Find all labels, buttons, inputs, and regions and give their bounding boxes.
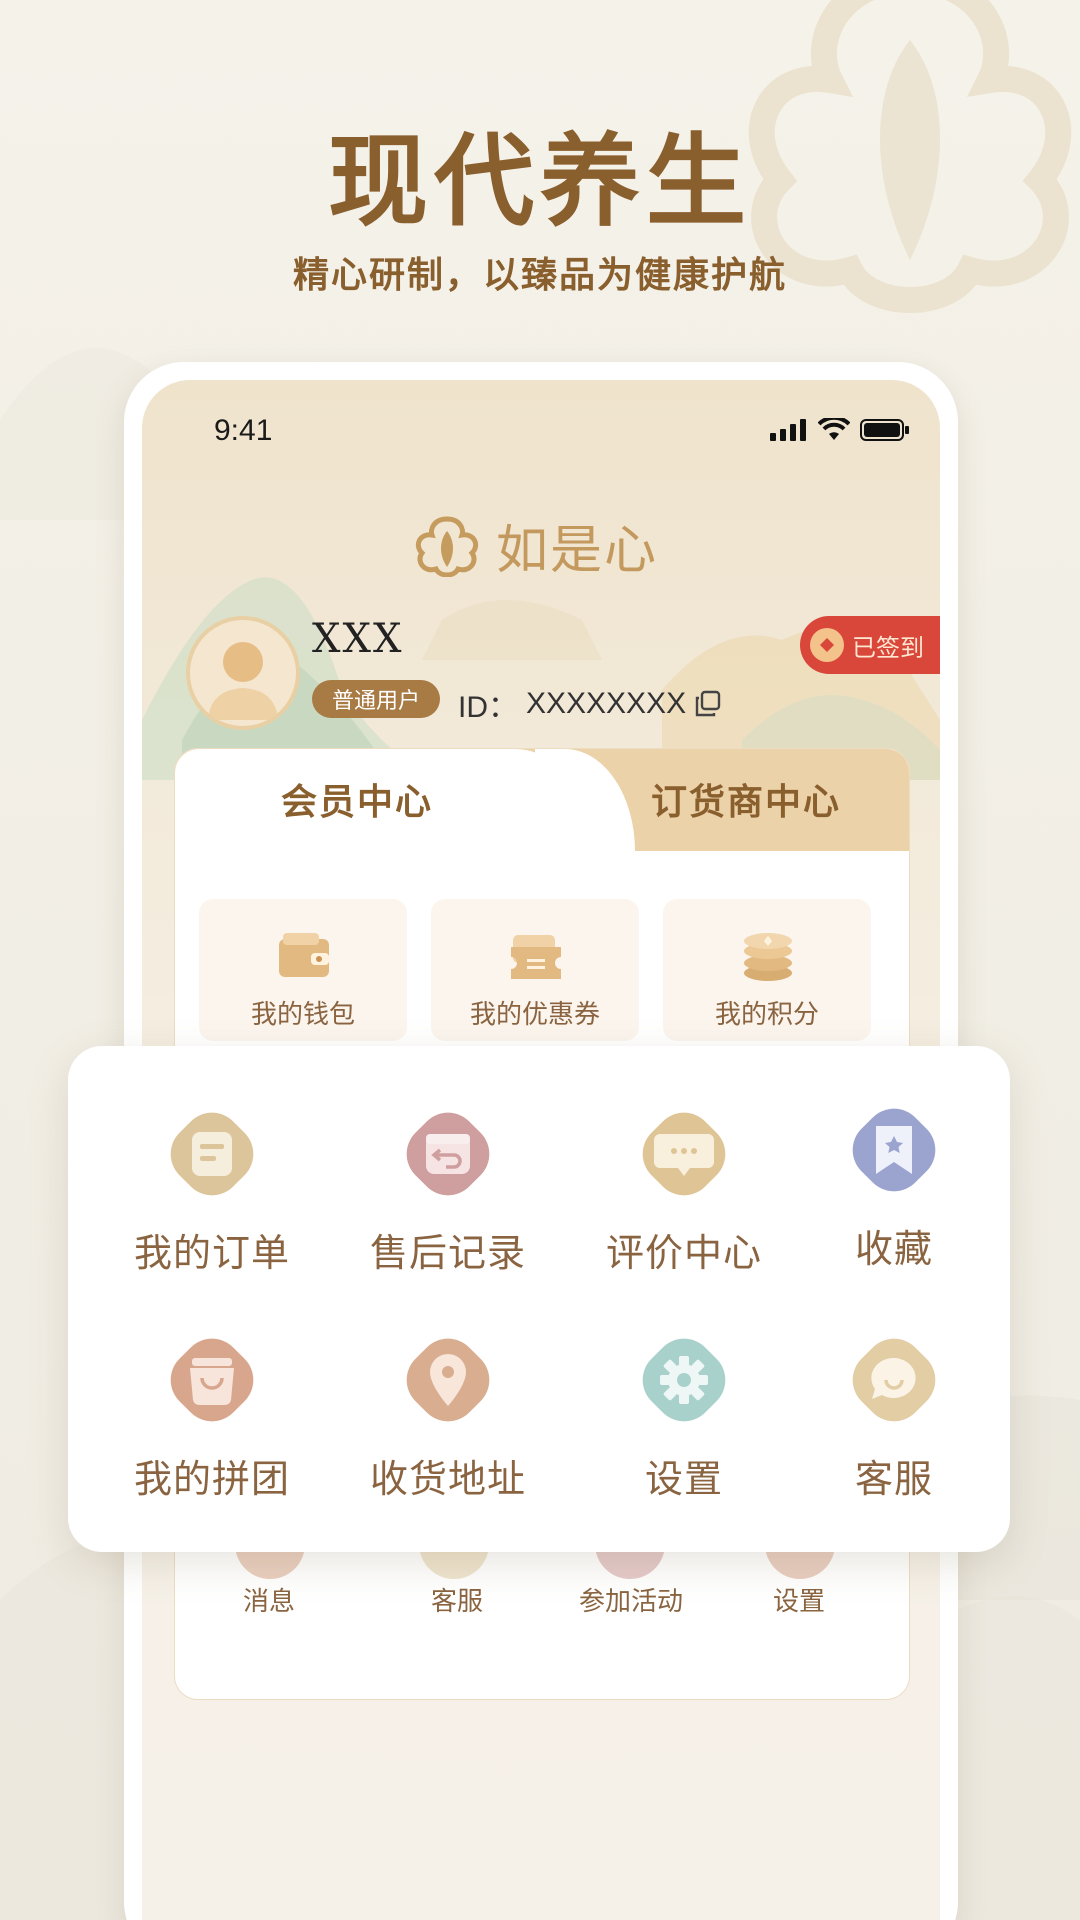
avatar[interactable] (186, 616, 300, 730)
status-icons (770, 418, 910, 442)
asset-row: 我的钱包 我的优惠券 我的积分 (199, 899, 889, 1041)
coin-icon (810, 628, 844, 662)
signal-icon (770, 419, 806, 441)
checkin-label: 已签到 (852, 633, 924, 662)
location-pin-icon (406, 1338, 490, 1422)
menu-item-settings[interactable]: 设置 (773, 1581, 825, 1618)
status-bar: 9:41 (142, 380, 940, 470)
chat-bubble-icon (852, 1338, 936, 1422)
battery-icon (860, 419, 909, 441)
avatar-icon (208, 642, 278, 720)
app-logo-text: 如是心 (496, 521, 659, 581)
shopping-bag-icon (170, 1338, 254, 1422)
bookmark-star-icon (852, 1108, 936, 1192)
menu-customer-service-label: 客服 (854, 1457, 933, 1501)
coupon-icon (511, 935, 561, 979)
tab-distributor-center[interactable]: 订货商中心 (651, 773, 841, 825)
menu-group-buy-label: 我的拼团 (133, 1457, 290, 1501)
secondary-menu-row: 消息 客服 参加活动 设置 (175, 1539, 909, 1649)
promo-headline: 现代养生 (328, 122, 752, 240)
return-icon (406, 1112, 490, 1196)
wifi-icon (818, 418, 850, 440)
username: XXX (312, 616, 404, 662)
menu-my-orders-label: 我的订单 (133, 1231, 290, 1275)
menu-item-service[interactable]: 客服 (431, 1581, 483, 1618)
app-logo: 如是心 (412, 508, 658, 583)
status-time: 9:41 (214, 414, 273, 447)
menu-after-sales-label: 售后记录 (369, 1231, 526, 1275)
menu-after-sales[interactable]: 售后记录 (346, 1102, 546, 1302)
menu-reviews-label: 评价中心 (605, 1231, 762, 1275)
function-menu-card: 我的订单 售后记录 评价中心 收藏 我的拼团 收货地址 设置 客服 (68, 1046, 1010, 1552)
gear-icon (642, 1338, 726, 1422)
user-level-badge: 普通用户 (312, 680, 441, 718)
promo-subline: 精心研制，以臻品为健康护航 (292, 254, 787, 296)
coupon-label: 我的优惠券 (469, 1000, 600, 1030)
menu-settings-label: 设置 (644, 1457, 723, 1501)
menu-my-orders[interactable]: 我的订单 (110, 1102, 310, 1302)
coupon-card[interactable]: 我的优惠券 (431, 899, 639, 1041)
points-card[interactable]: 我的积分 (663, 899, 871, 1041)
user-id-label: ID： (458, 691, 518, 724)
wallet-card[interactable]: 我的钱包 (199, 899, 407, 1041)
menu-favorites[interactable]: 收藏 (792, 1098, 992, 1298)
order-icon (170, 1112, 254, 1196)
menu-address-label: 收货地址 (369, 1457, 526, 1501)
menu-reviews[interactable]: 评价中心 (582, 1102, 782, 1302)
wallet-icon (279, 933, 329, 977)
comment-icon (642, 1112, 726, 1196)
menu-item-messages[interactable]: 消息 (243, 1581, 295, 1618)
wallet-label: 我的钱包 (250, 1000, 355, 1030)
menu-item-activities[interactable]: 参加活动 (579, 1581, 683, 1618)
checkin-button[interactable]: 已签到 (800, 616, 940, 674)
menu-customer-service[interactable]: 客服 (792, 1328, 992, 1528)
menu-group-buy[interactable]: 我的拼团 (110, 1328, 310, 1528)
menu-address[interactable]: 收货地址 (346, 1328, 546, 1528)
lotus-logo-icon (415, 515, 479, 577)
points-label: 我的积分 (714, 1000, 819, 1030)
user-id: ID： XXXXXXXX (458, 682, 722, 726)
menu-settings[interactable]: 设置 (582, 1328, 782, 1528)
copy-icon[interactable] (694, 690, 722, 718)
menu-favorites-label: 收藏 (854, 1227, 933, 1271)
coins-icon (744, 933, 792, 981)
user-id-value: XXXXXXXX (526, 687, 687, 720)
tab-member-center[interactable]: 会员中心 (281, 773, 433, 825)
